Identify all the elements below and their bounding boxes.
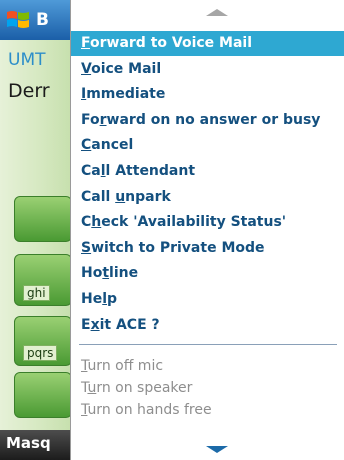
menu-item-accelerator: x [90, 316, 100, 333]
menu-item-accelerator: V [81, 60, 92, 77]
menu-item-label: mmediate [86, 86, 166, 103]
menu-item-accelerator: F [81, 35, 90, 51]
menu-item-accelerator: r [99, 111, 107, 128]
keypad-key-label: ghi [23, 285, 50, 301]
menu-item-label: oice Mail [91, 60, 162, 77]
title-bar: B [0, 0, 70, 40]
menu-item-label: He [81, 291, 103, 307]
menu-item-label: orward to Voice Mail [90, 35, 253, 51]
menu-item-label: line [109, 265, 139, 282]
menu-item[interactable]: Exit ACE ? [71, 313, 344, 338]
menu-item-label: witch to Private Mode [91, 239, 265, 256]
menu-item-label: ancel [91, 137, 134, 154]
menu-item: Turn on hands free [71, 398, 344, 423]
keypad-key-pqrs[interactable]: pqrs [14, 316, 70, 366]
menu-item[interactable]: Forward on no answer or busy [71, 108, 344, 133]
menu-item[interactable]: Call Attendant [71, 159, 344, 184]
menu-item-label: npark [125, 188, 171, 205]
menu-item[interactable]: Forward to Voice Mail [71, 31, 344, 56]
menu-item-label: E [81, 316, 91, 333]
contact-name: Derr [8, 80, 50, 102]
menu-item-label: it ACE ? [99, 316, 160, 333]
menu-item-label: eck 'Availability Status' [101, 214, 287, 231]
menu-item-accelerator: S [81, 239, 92, 256]
keypad-key-label: pqrs [23, 345, 58, 361]
menu-item[interactable]: Help [71, 287, 344, 312]
menu-item[interactable]: Hotline [71, 261, 344, 286]
menu-item-accelerator: C [81, 137, 92, 154]
keypad-key[interactable] [14, 372, 70, 418]
scroll-down-arrow-icon[interactable] [206, 446, 228, 453]
left-softkey[interactable]: Masq [6, 434, 51, 452]
menu-item-label: urn off mic [87, 358, 164, 374]
menu-item-label: Call [81, 188, 116, 205]
menu-item-label: C [81, 214, 92, 231]
menu-item[interactable]: Switch to Private Mode [71, 236, 344, 261]
menu-item-label: Ca [81, 163, 101, 179]
scroll-up-arrow-icon[interactable] [206, 9, 228, 16]
menu-item-label: urn on hands free [87, 402, 212, 418]
menu-item-label: p [107, 291, 118, 307]
context-menu: Forward to Voice Mail Voice Mail Immediate… [70, 0, 344, 460]
menu-item-accelerator: h [91, 214, 102, 231]
windows-flag-icon[interactable] [5, 7, 31, 33]
menu-item-label: l Attendant [105, 163, 196, 179]
keypad-key[interactable] [14, 196, 70, 242]
background-app: B UMT Derr ghi pqrs Masq [0, 0, 70, 460]
app-title: B [36, 10, 49, 30]
menu-item[interactable]: Immediate [71, 82, 344, 107]
menu-item-label: Ho [81, 265, 103, 282]
menu-item-label: rn on speaker [96, 380, 193, 396]
network-label: UMT [8, 50, 46, 70]
keypad-key-ghi[interactable]: ghi [14, 254, 70, 306]
menu-separator [79, 344, 337, 345]
menu-item-accelerator: u [115, 188, 126, 205]
menu-item[interactable]: Voice Mail [71, 57, 344, 82]
menu-item[interactable]: Call unpark [71, 185, 344, 210]
menu-item-label: ward on no answer or busy [106, 111, 321, 128]
menu-item-label: Fo [81, 111, 100, 128]
menu-item[interactable]: Check 'Availability Status' [71, 210, 344, 235]
menu-item[interactable]: Cancel [71, 133, 344, 158]
menu-item-accelerator: u [87, 380, 97, 396]
